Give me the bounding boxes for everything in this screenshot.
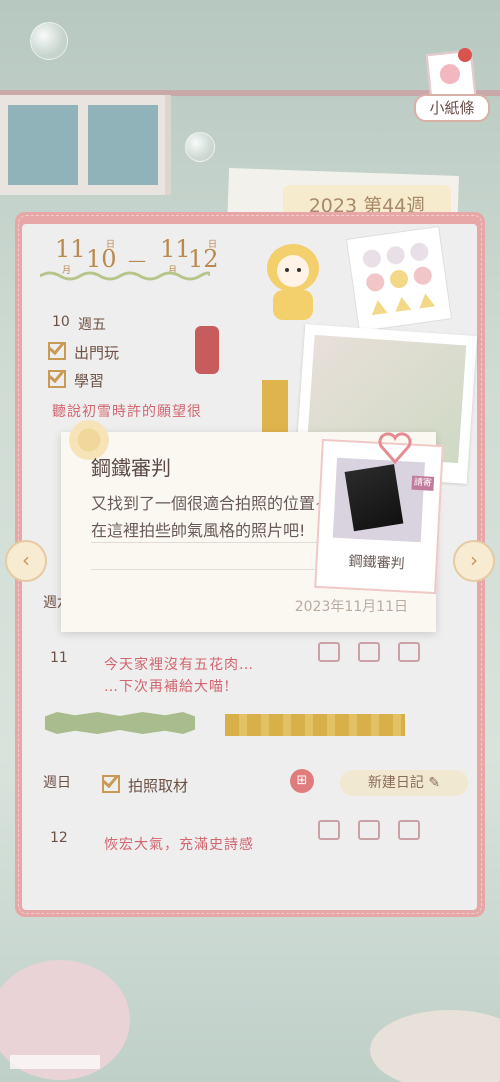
fri-check-item: 出門玩 <box>48 342 119 363</box>
yellow-washi-tape <box>225 714 405 736</box>
fri-journal-text: 聽說初雪時許的願望很 <box>52 404 202 420</box>
popup-date: 2023年11月11日 <box>294 599 408 615</box>
sun-check-item: 拍照取材 <box>102 775 188 796</box>
tag-slot <box>358 642 380 662</box>
item-name: 鋼鐵審判 <box>348 553 405 573</box>
fri-check-label: 學習 <box>74 372 105 390</box>
fri-check-label: 出門玩 <box>74 344 120 362</box>
date-end: 11 <box>160 235 191 263</box>
date-start: 11 <box>55 235 86 263</box>
bubble-deco <box>30 22 68 60</box>
fri-check-item: 學習 <box>48 370 104 391</box>
popup-title: 鋼鐵審判 <box>91 456 171 480</box>
tag-slot <box>398 642 420 662</box>
seal-icon <box>458 48 472 62</box>
cat-girl-sticker <box>258 238 328 328</box>
checkbox-icon <box>48 342 66 360</box>
popup-description: 又找到了一個很適合拍照的位置~在這裡拍些帥氣風格的照片吧! <box>91 494 329 540</box>
shelf <box>0 95 171 195</box>
pencil-icon: ✎ <box>428 775 441 791</box>
bubble-deco <box>185 132 215 162</box>
girl-figure-sticker <box>195 326 219 374</box>
tag-slot <box>358 820 380 840</box>
bottom-decor <box>0 960 500 1082</box>
fri-date: 10 <box>52 314 70 330</box>
sun-date: 12 <box>50 830 68 846</box>
start-day-unit-text: 日 <box>106 240 116 250</box>
sat-journal-line1: 今天家裡沒有五花肉… <box>104 657 254 673</box>
shelf-cell <box>8 105 78 185</box>
candy-box-sticker <box>345 225 453 333</box>
checkbox-icon <box>102 775 120 793</box>
sat-tag-slots <box>318 642 438 666</box>
sun-tag-slots <box>318 820 438 844</box>
date-dash: — <box>128 250 146 271</box>
next-page-arrow-icon[interactable]: › <box>453 540 495 582</box>
start-month: 11 <box>55 235 86 263</box>
new-diary-button[interactable]: 新建日記 ✎ <box>340 770 468 796</box>
prev-page-arrow-icon[interactable]: ‹ <box>5 540 47 582</box>
end-month: 11 <box>160 235 191 263</box>
item-tag: 請寄 <box>411 475 435 491</box>
end-day-unit-text: 日 <box>208 240 218 250</box>
fri-weekday: 週五 <box>78 317 106 333</box>
note-button[interactable]: 小紙條 <box>414 48 490 122</box>
note-button-label: 小紙條 <box>414 94 490 122</box>
wave-underline <box>40 271 210 281</box>
new-diary-label: 新建日記 <box>367 775 424 791</box>
tape-sticker <box>262 380 288 432</box>
tag-slot <box>318 820 340 840</box>
outfit-icon <box>344 464 404 532</box>
shelf-cell <box>88 105 158 185</box>
sun-weekday: 週日 <box>43 775 71 791</box>
sun-check-label: 拍照取材 <box>128 777 189 795</box>
sat-journal-line2: …下次再補給大喵! <box>104 679 231 695</box>
sat-date: 11 <box>50 650 68 666</box>
checkbox-icon <box>48 370 66 388</box>
sun-journal-text: 恢宏大氣，充滿史詩感 <box>104 837 254 853</box>
heart-clip-icon <box>378 432 412 465</box>
gift-icon[interactable]: ⊞ <box>290 769 314 793</box>
tag-slot <box>318 642 340 662</box>
tag-slot <box>398 820 420 840</box>
